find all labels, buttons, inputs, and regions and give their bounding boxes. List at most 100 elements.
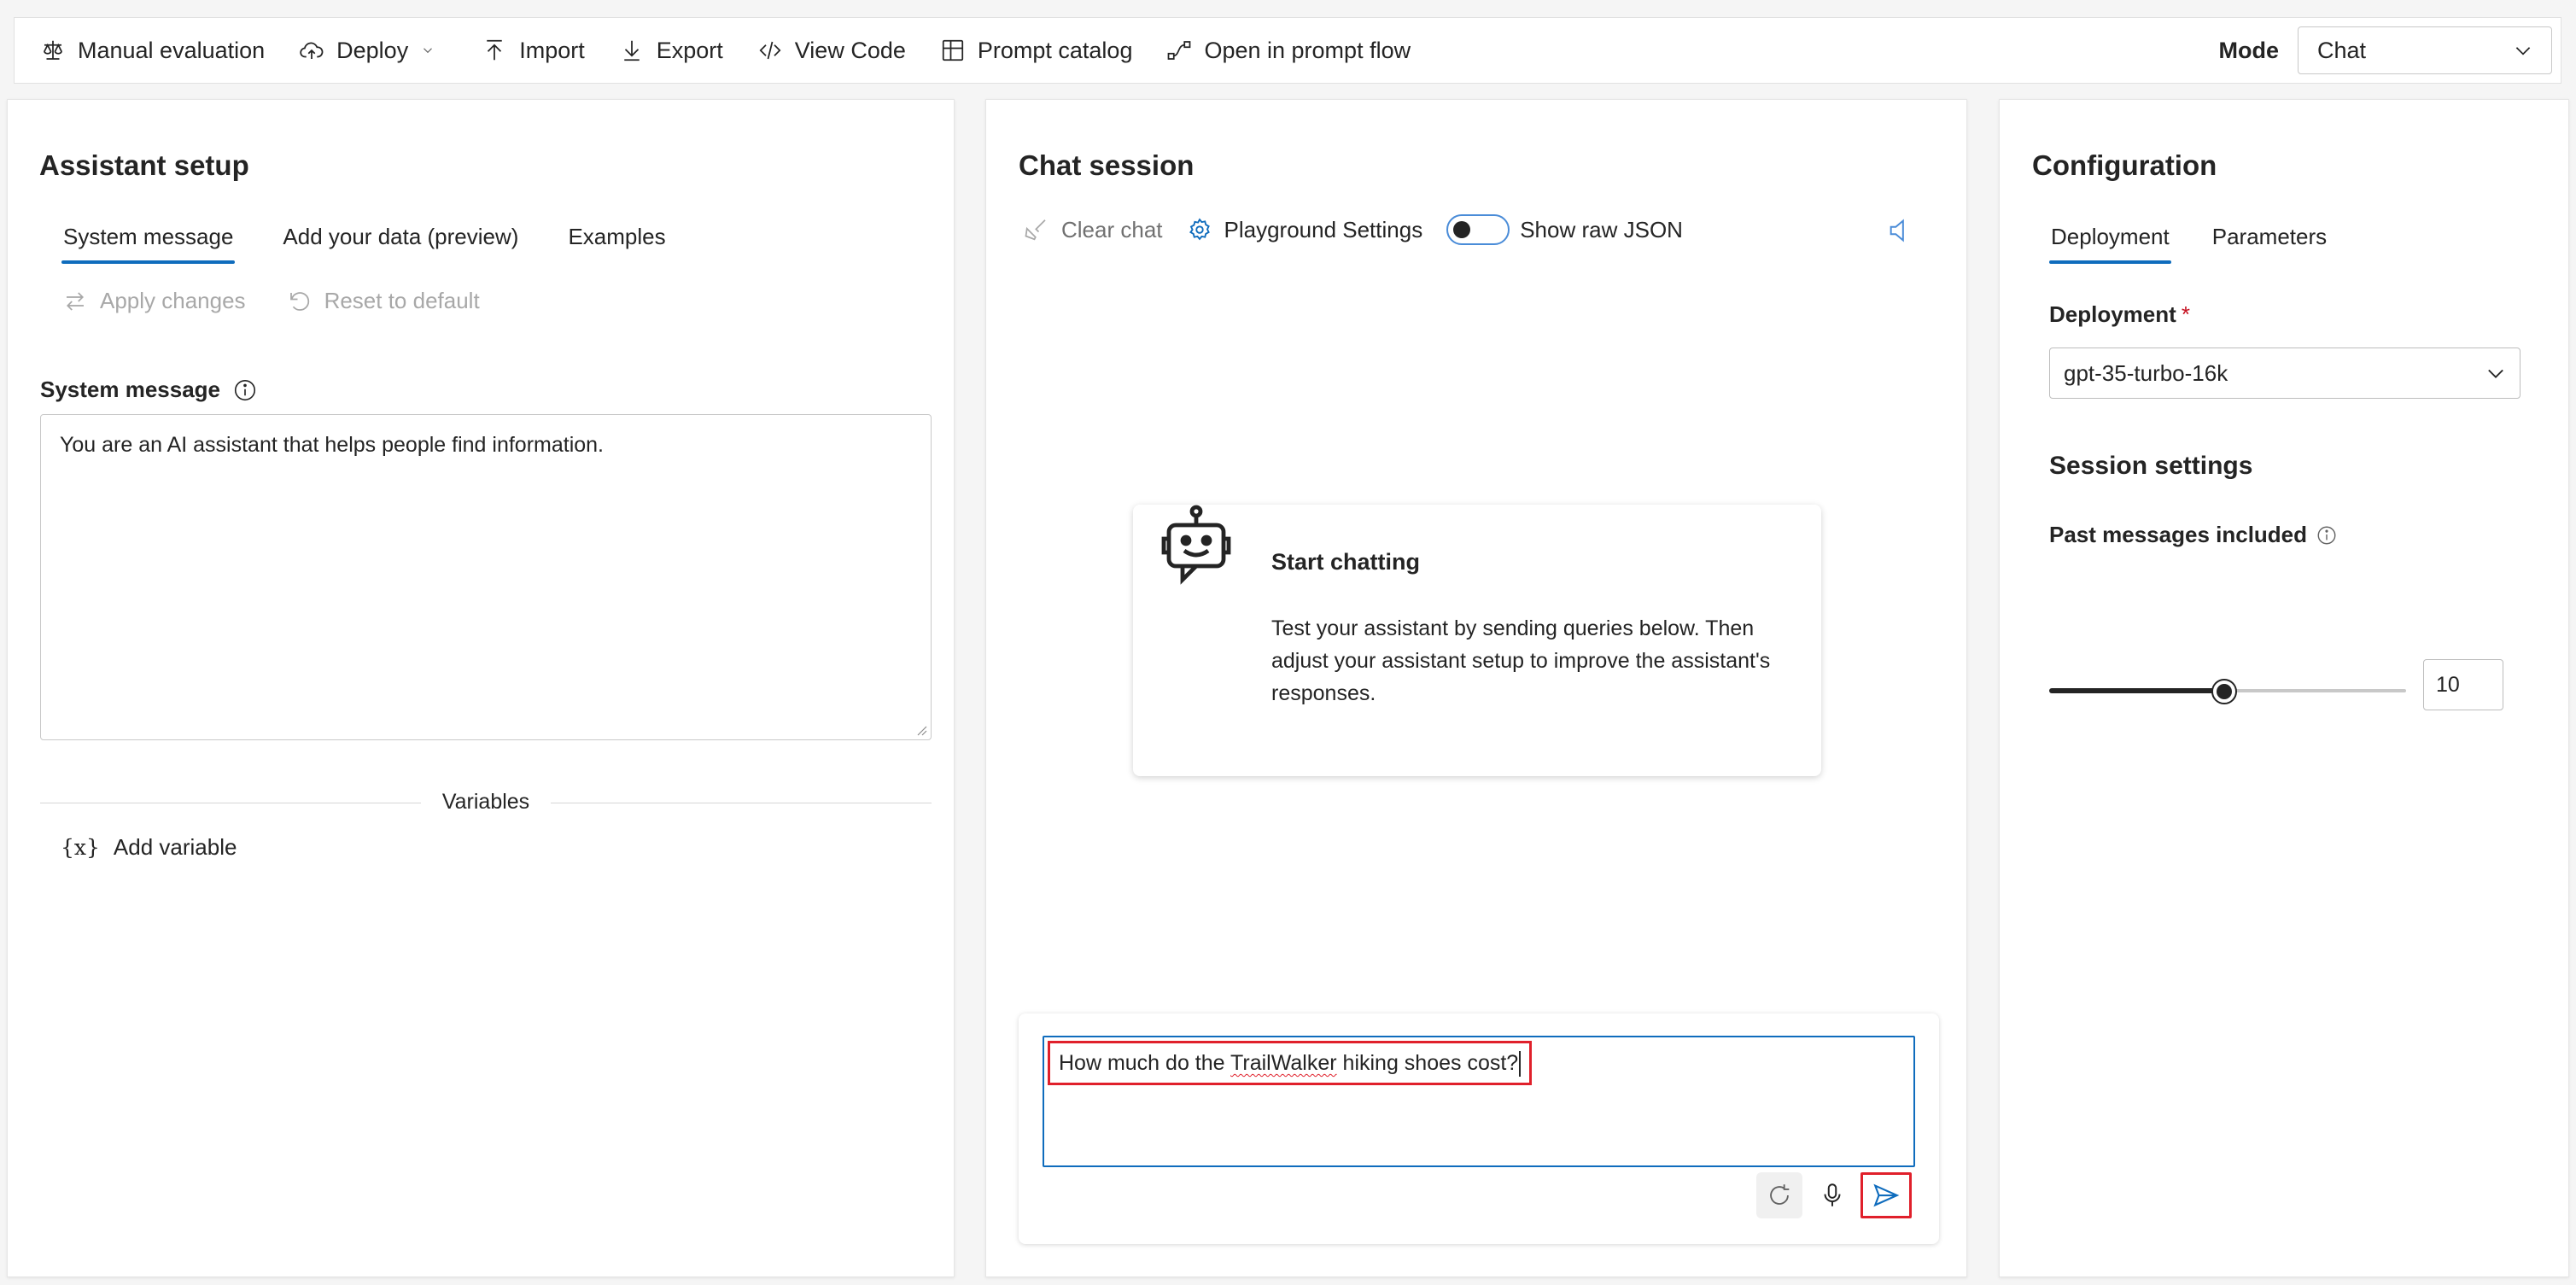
manual-evaluation-label: Manual evaluation — [78, 37, 266, 63]
info-icon[interactable] — [232, 377, 258, 403]
system-message-field-label: System message — [40, 377, 258, 403]
tab-system-message[interactable]: System message — [46, 214, 250, 264]
deployment-value: gpt-35-turbo-16k — [2064, 359, 2228, 386]
code-icon — [757, 38, 783, 63]
system-message-text: You are an AI assistant that helps peopl… — [60, 433, 604, 457]
arrow-upload-icon — [482, 38, 507, 63]
arrow-download-icon — [619, 38, 645, 63]
chat-input[interactable]: How much do the TrailWalker hiking shoes… — [1043, 1036, 1915, 1167]
past-messages-input[interactable]: 10 — [2423, 659, 2503, 710]
arrow-swap-icon — [62, 289, 88, 314]
grid-icon — [940, 38, 966, 63]
configuration-panel: Configuration Deployment Parameters Depl… — [1999, 99, 2569, 1277]
gear-icon — [1187, 217, 1212, 242]
open-in-prompt-flow-button[interactable]: Open in prompt flow — [1154, 25, 1422, 76]
chevron-down-icon — [2484, 361, 2508, 385]
prompt-catalog-label: Prompt catalog — [977, 37, 1133, 63]
chat-input-misspelled-word: TrailWalker — [1230, 1051, 1337, 1075]
apply-changes-label: Apply changes — [100, 288, 246, 313]
start-chatting-title: Start chatting — [1271, 549, 1421, 575]
reset-to-default-button[interactable]: Reset to default — [287, 288, 480, 314]
start-chatting-card: Start chatting Test your assistant by se… — [1133, 505, 1821, 776]
mode-value: Chat — [2317, 37, 2367, 63]
chat-input-prefix: How much do the — [1059, 1051, 1231, 1075]
export-button[interactable]: Export — [607, 25, 735, 76]
broom-icon — [1024, 217, 1049, 242]
add-variable-label: Add variable — [113, 834, 237, 860]
past-messages-field-label: Past messages included — [2049, 522, 2338, 548]
flow-icon — [1166, 38, 1192, 63]
slider-thumb[interactable] — [2211, 679, 2237, 704]
deploy-button[interactable]: Deploy — [287, 25, 447, 76]
new-chat-button[interactable] — [1756, 1172, 1802, 1218]
open-in-prompt-flow-label: Open in prompt flow — [1204, 37, 1411, 63]
resize-grip-icon[interactable] — [914, 722, 927, 736]
chat-bot-icon — [1161, 505, 1231, 585]
deploy-label: Deploy — [336, 37, 409, 63]
deployment-label: Deployment — [2049, 301, 2176, 327]
system-message-label: System message — [40, 377, 221, 402]
required-asterisk: * — [2181, 301, 2190, 327]
mode-label: Mode — [2218, 37, 2280, 63]
slider-fill — [2049, 688, 2224, 693]
view-code-button[interactable]: View Code — [745, 25, 918, 76]
assistant-setup-title: Assistant setup — [39, 149, 249, 181]
speaker-icon[interactable] — [1886, 216, 1915, 245]
deployment-dropdown[interactable]: gpt-35-turbo-16k — [2049, 348, 2521, 399]
compose-actions — [1019, 1172, 1939, 1224]
info-icon[interactable] — [2316, 524, 2338, 546]
configuration-tabs: Deployment Parameters — [2034, 214, 2344, 264]
send-icon — [1872, 1181, 1901, 1210]
text-caret — [1519, 1051, 1522, 1078]
variable-icon: {x} — [61, 835, 100, 860]
tab-deployment[interactable]: Deployment — [2034, 214, 2187, 264]
show-raw-json-label: Show raw JSON — [1520, 216, 1683, 242]
configuration-title: Configuration — [2032, 149, 2217, 181]
chat-session-title: Chat session — [1019, 149, 1195, 181]
import-label: Import — [519, 37, 585, 63]
manual-evaluation-button[interactable]: Manual evaluation — [28, 25, 277, 76]
refresh-icon — [1765, 1181, 1794, 1210]
apply-changes-button[interactable]: Apply changes — [62, 288, 246, 314]
variables-label: Variables — [441, 790, 530, 814]
chat-input-suffix: hiking shoes cost? — [1336, 1051, 1519, 1075]
start-chatting-body: Test your assistant by sending queries b… — [1271, 616, 1771, 705]
cloud-upload-icon — [299, 38, 324, 63]
chevron-down-icon — [420, 43, 435, 58]
toggle-knob — [1453, 221, 1471, 238]
command-bar: Manual evaluation Deploy Import Export V… — [14, 17, 2561, 84]
setup-actions: Apply changes Reset to default — [62, 288, 480, 314]
assistant-setup-panel: Assistant setup System message Add your … — [7, 99, 955, 1277]
deployment-field-label: Deployment * — [2049, 301, 2190, 328]
tab-examples[interactable]: Examples — [551, 214, 682, 259]
scale-icon — [40, 38, 66, 63]
microphone-icon — [1818, 1181, 1847, 1210]
clear-chat-label: Clear chat — [1061, 216, 1163, 242]
session-settings-title: Session settings — [2049, 452, 2253, 480]
undo-icon — [287, 289, 313, 314]
tab-parameters[interactable]: Parameters — [2195, 214, 2344, 259]
microphone-button[interactable] — [1809, 1172, 1855, 1218]
mode-dropdown[interactable]: Chat — [2298, 26, 2552, 74]
chat-compose-box: How much do the TrailWalker hiking shoes… — [1019, 1013, 1939, 1244]
clear-chat-button[interactable]: Clear chat — [1024, 217, 1163, 243]
send-button[interactable] — [1860, 1172, 1912, 1218]
system-message-textarea[interactable]: You are an AI assistant that helps peopl… — [40, 414, 932, 740]
tab-add-your-data[interactable]: Add your data (preview) — [266, 214, 535, 259]
past-messages-label: Past messages included — [2049, 522, 2308, 547]
toggle-switch[interactable] — [1446, 214, 1510, 245]
chat-input-text: How much do the TrailWalker hiking shoes… — [1048, 1041, 1533, 1085]
add-variable-button[interactable]: {x} Add variable — [61, 834, 237, 861]
chat-toolbar: Clear chat Playground Settings Show raw … — [1024, 214, 1707, 245]
past-messages-slider[interactable] — [2049, 674, 2406, 708]
playground-settings-button[interactable]: Playground Settings — [1187, 216, 1423, 243]
import-button[interactable]: Import — [470, 25, 597, 76]
variables-divider: Variables — [40, 790, 932, 815]
playground-settings-label: Playground Settings — [1224, 216, 1423, 242]
chevron-down-icon — [2512, 39, 2534, 61]
chat-session-panel: Chat session Clear chat Playground Setti… — [985, 99, 1967, 1277]
assistant-setup-tabs: System message Add your data (preview) E… — [46, 214, 683, 264]
prompt-catalog-button[interactable]: Prompt catalog — [928, 25, 1145, 76]
export-label: Export — [656, 37, 723, 63]
show-raw-json-toggle[interactable]: Show raw JSON — [1446, 214, 1683, 245]
